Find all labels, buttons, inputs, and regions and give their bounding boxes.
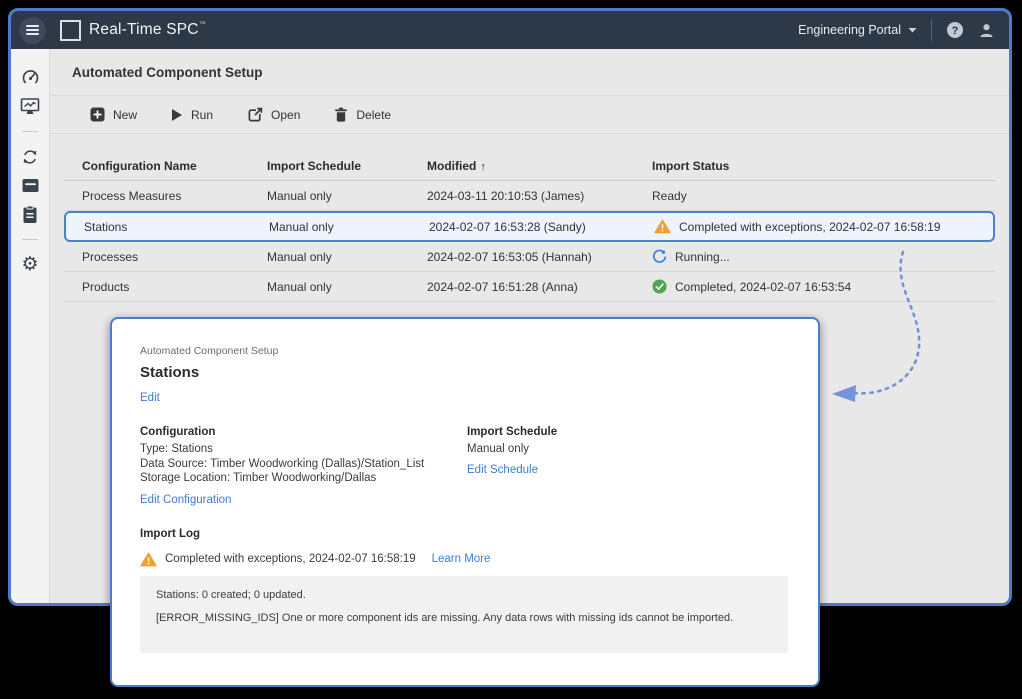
open-button[interactable]: Open <box>237 103 310 127</box>
portal-label: Engineering Portal <box>798 23 901 37</box>
user-account-button[interactable] <box>978 22 995 39</box>
import-log-status-text: Completed with exceptions, 2024-02-07 16… <box>165 553 416 565</box>
cell-configuration-name: Stations <box>66 220 251 234</box>
monitor-chart-icon <box>20 97 40 116</box>
play-icon <box>171 108 183 122</box>
import-log-output: Stations: 0 created; 0 updated. [ERROR_M… <box>140 576 788 653</box>
sidebar-item-dashboard[interactable] <box>15 63 45 92</box>
delete-button-label: Delete <box>356 108 391 122</box>
run-button-label: Run <box>191 108 213 122</box>
table-row-products[interactable]: Products Manual only 2024-02-07 16:51:28… <box>64 272 995 302</box>
gauge-icon <box>21 68 40 87</box>
trademark: ™ <box>199 21 206 28</box>
cell-modified: 2024-02-07 16:53:28 (Sandy) <box>411 220 636 234</box>
configurations-table: Configuration Name Import Schedule Modif… <box>50 134 1009 302</box>
table-row-process-measures[interactable]: Process Measures Manual only 2024-03-11 … <box>64 181 995 211</box>
running-spinner-icon <box>652 249 667 264</box>
cell-modified: 2024-02-07 16:53:05 (Hannah) <box>409 250 634 264</box>
sidebar-item-records[interactable] <box>15 200 45 229</box>
new-button-label: New <box>113 108 137 122</box>
open-button-label: Open <box>271 108 300 122</box>
sidebar-divider <box>22 131 38 132</box>
trash-icon <box>334 107 348 122</box>
column-header-import-schedule[interactable]: Import Schedule <box>249 159 409 173</box>
cell-import-schedule: Manual only <box>251 220 411 234</box>
configuration-data-source: Data Source: Timber Woodworking (Dallas)… <box>140 457 467 472</box>
cell-configuration-name: Process Measures <box>64 189 249 203</box>
sort-ascending-icon: ↑ <box>480 161 486 173</box>
cell-import-status: Ready <box>634 189 995 203</box>
cell-configuration-name: Processes <box>64 250 249 264</box>
cell-import-schedule: Manual only <box>249 280 409 294</box>
sidebar-item-data-store[interactable] <box>15 171 45 200</box>
clipboard-icon <box>22 205 38 224</box>
sidebar-item-settings[interactable]: ⚙ <box>15 250 45 279</box>
page-header: Automated Component Setup <box>50 49 1009 96</box>
sidebar-divider <box>22 239 38 240</box>
chevron-down-icon <box>908 27 917 33</box>
detail-breadcrumb: Automated Component Setup <box>140 345 788 357</box>
table-row-stations[interactable]: Stations Manual only 2024-02-07 16:53:28… <box>64 211 995 242</box>
cell-modified: 2024-03-11 20:10:53 (James) <box>409 189 634 203</box>
log-line-error: [ERROR_MISSING_IDS] One or more componen… <box>156 612 772 624</box>
import-schedule-heading: Import Schedule <box>467 426 557 438</box>
toolbar: New Run Open <box>50 96 1009 134</box>
run-button[interactable]: Run <box>161 104 223 126</box>
table-header-row: Configuration Name Import Schedule Modif… <box>64 151 995 181</box>
user-icon <box>978 22 995 39</box>
cell-modified: 2024-02-07 16:51:28 (Anna) <box>409 280 634 294</box>
edit-configuration-link[interactable]: Edit Configuration <box>140 494 231 506</box>
sidebar-item-monitoring[interactable] <box>15 92 45 121</box>
warning-icon <box>140 552 157 567</box>
portal-switcher[interactable]: Engineering Portal <box>798 23 917 37</box>
left-sidebar: ⚙ <box>11 49 50 603</box>
column-header-modified[interactable]: Modified↑ <box>409 159 634 173</box>
sidebar-item-sync[interactable] <box>15 142 45 171</box>
svg-text:?: ? <box>952 25 959 37</box>
cell-configuration-name: Products <box>64 280 249 294</box>
sync-icon <box>21 148 39 166</box>
spc-chart-logo-icon <box>60 20 81 41</box>
stations-detail-panel: Automated Component Setup Stations Edit … <box>110 317 820 687</box>
import-log-status: Completed with exceptions, 2024-02-07 16… <box>140 552 788 567</box>
topbar-divider <box>931 19 932 41</box>
import-schedule-value: Manual only <box>467 442 557 457</box>
log-line-summary: Stations: 0 created; 0 updated. <box>156 589 772 601</box>
cell-import-status: Completed, 2024-02-07 16:53:54 <box>634 279 995 294</box>
import-log-heading: Import Log <box>140 528 788 540</box>
gear-icon: ⚙ <box>21 255 38 274</box>
app-logo: Real-Time SPC™ <box>60 20 206 41</box>
edit-link[interactable]: Edit <box>140 392 160 404</box>
configuration-heading: Configuration <box>140 426 467 438</box>
app-title: Real-Time SPC™ <box>89 21 206 39</box>
help-button[interactable]: ? <box>946 21 964 39</box>
page-title: Automated Component Setup <box>72 65 263 80</box>
new-button[interactable]: New <box>80 103 147 126</box>
configuration-storage-location: Storage Location: Timber Woodworking/Dal… <box>140 471 467 486</box>
cell-import-schedule: Manual only <box>249 189 409 203</box>
import-schedule-section: Import Schedule Manual only Edit Schedul… <box>467 426 557 508</box>
success-check-icon <box>652 279 667 294</box>
warning-icon <box>654 219 671 234</box>
cell-import-status: Running... <box>634 249 995 264</box>
delete-button[interactable]: Delete <box>324 103 401 126</box>
open-in-new-icon <box>247 107 263 123</box>
archive-box-icon <box>21 177 40 194</box>
edit-schedule-link[interactable]: Edit Schedule <box>467 464 538 476</box>
cell-import-status: Completed with exceptions, 2024-02-07 16… <box>636 219 993 234</box>
table-row-processes[interactable]: Processes Manual only 2024-02-07 16:53:0… <box>64 242 995 272</box>
column-header-import-status[interactable]: Import Status <box>634 159 995 173</box>
help-icon: ? <box>946 21 964 39</box>
learn-more-link[interactable]: Learn More <box>432 553 491 565</box>
hamburger-menu-button[interactable] <box>19 17 46 44</box>
configuration-type: Type: Stations <box>140 442 467 457</box>
column-header-configuration-name[interactable]: Configuration Name <box>64 159 249 173</box>
top-bar: Real-Time SPC™ Engineering Portal ? <box>11 11 1009 49</box>
configuration-section: Configuration Type: Stations Data Source… <box>140 426 467 508</box>
cell-import-schedule: Manual only <box>249 250 409 264</box>
detail-title: Stations <box>140 364 788 381</box>
plus-icon <box>90 107 105 122</box>
